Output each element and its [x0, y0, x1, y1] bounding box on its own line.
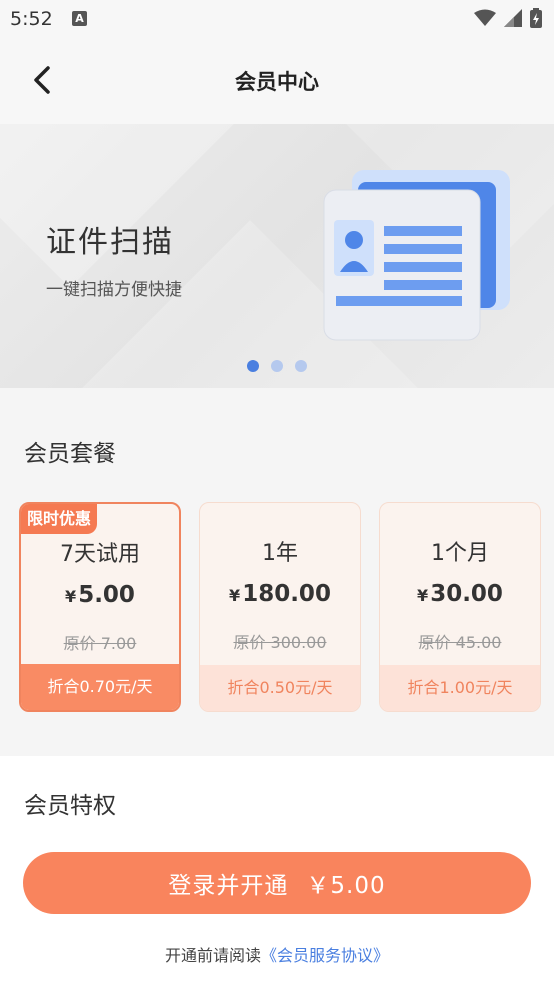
id-card-illustration — [323, 170, 510, 341]
plan-card-1-year[interactable]: 1年 ¥180.00 原价 300.00 折合0.50元/天 — [199, 502, 361, 712]
carousel-dot[interactable] — [295, 360, 307, 372]
plan-price: ¥5.00 — [21, 582, 179, 608]
plan-per-day-price: 折合0.50元/天 — [200, 665, 360, 711]
plan-per-day-price: 折合1.00元/天 — [380, 665, 540, 711]
plan-price: ¥180.00 — [200, 581, 360, 607]
currency-symbol: ¥ — [229, 586, 241, 605]
banner-title: 证件扫描 — [46, 225, 174, 260]
status-bar: 5:52 A — [0, 0, 554, 38]
privileges-title: 会员特权 — [24, 793, 116, 819]
plan-price-value: 30.00 — [430, 581, 503, 607]
signal-icon — [504, 9, 522, 27]
plan-name: 7天试用 — [60, 542, 140, 567]
carousel-dot[interactable] — [271, 360, 283, 372]
carousel-dot[interactable] — [247, 360, 259, 372]
app-header: 会员中心 — [0, 38, 554, 124]
agreement-prefix: 开通前请阅读 — [164, 946, 261, 965]
banner-subtitle: 一键扫描方便快捷 — [46, 280, 182, 300]
plan-price: ¥30.00 — [380, 581, 540, 607]
page-title: 会员中心 — [235, 70, 319, 94]
status-icons — [474, 8, 542, 28]
plan-card-7-day-trial[interactable]: 7天试用 ¥5.00 原价 7.00 折合0.70元/天 限时优惠 — [19, 502, 181, 712]
status-time: 5:52 — [10, 8, 53, 30]
currency-symbol: ¥ — [417, 586, 429, 605]
banner-carousel[interactable]: 证件扫描 一键扫描方便快捷 — [0, 124, 554, 388]
cta-price: ￥5.00 — [306, 873, 386, 899]
limited-offer-badge: 限时优惠 — [21, 504, 98, 534]
membership-plans: 会员套餐 7天试用 ¥5.00 原价 7.00 折合0.70元/天 限时优惠 1… — [0, 388, 554, 756]
plan-card-1-month[interactable]: 1个月 ¥30.00 原价 45.00 折合1.00元/天 — [379, 502, 541, 712]
plan-price-value: 5.00 — [78, 582, 135, 608]
plan-per-day-price: 折合0.70元/天 — [21, 664, 179, 710]
privileges-section: 会员特权 登录并开通 ￥5.00 开通前请阅读《会员服务协议》 — [0, 756, 554, 984]
agreement-notice: 开通前请阅读《会员服务协议》 — [0, 942, 554, 966]
plan-price-value: 180.00 — [242, 581, 331, 607]
plan-original-price: 原价 300.00 — [233, 633, 327, 652]
plans-section-title: 会员套餐 — [24, 441, 116, 467]
plan-original-price: 原价 7.00 — [63, 634, 137, 653]
plan-name: 1年 — [262, 541, 298, 566]
service-agreement-link[interactable]: 《会员服务协议》 — [261, 946, 389, 965]
cta-label: 登录并开通 — [168, 873, 289, 899]
currency-symbol: ¥ — [65, 587, 77, 606]
wifi-icon — [474, 9, 496, 26]
login-and-subscribe-button[interactable]: 登录并开通 ￥5.00 — [23, 852, 531, 914]
plan-original-price: 原价 45.00 — [418, 633, 502, 652]
battery-icon — [530, 8, 542, 28]
plan-name: 1个月 — [431, 541, 489, 566]
notification-icon: A — [72, 11, 87, 26]
carousel-indicator — [0, 360, 554, 372]
